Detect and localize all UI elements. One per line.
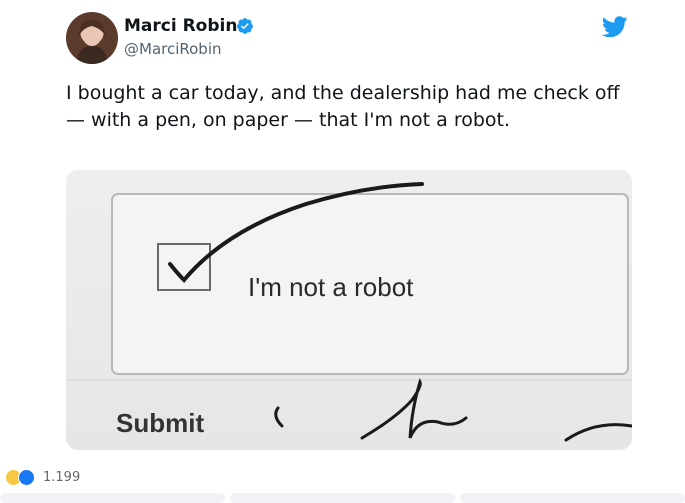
reaction-count: 1.199 xyxy=(43,469,81,485)
submit-label: Submit xyxy=(116,408,204,438)
signature-stroke-3 xyxy=(564,423,632,442)
verified-badge-icon xyxy=(237,18,253,34)
reaction-bar[interactable]: 1.199 xyxy=(6,467,80,487)
twitter-bird-icon[interactable] xyxy=(602,16,628,38)
like-reaction-icon xyxy=(18,468,35,486)
signature-stroke-2 xyxy=(360,377,468,440)
share-button[interactable] xyxy=(460,493,685,503)
signature-stroke-1 xyxy=(274,406,284,428)
comment-button[interactable] xyxy=(230,493,455,503)
like-button[interactable] xyxy=(0,493,225,503)
author-name[interactable]: Marci Robin xyxy=(124,16,237,36)
photo-drawing: I'm not a robot Submit xyxy=(66,182,632,442)
tweet-photo[interactable]: I'm not a robot Submit xyxy=(66,170,632,450)
checkbox-label: I'm not a robot xyxy=(248,272,414,302)
tweet-text: I bought a car today, and the dealership… xyxy=(66,82,620,131)
author-handle[interactable]: @MarciRobin xyxy=(124,40,222,58)
tweet-card: Marci Robin @MarciRobin I bought a car t… xyxy=(0,0,685,503)
action-buttons-row xyxy=(0,493,685,503)
avatar[interactable] xyxy=(66,12,118,64)
